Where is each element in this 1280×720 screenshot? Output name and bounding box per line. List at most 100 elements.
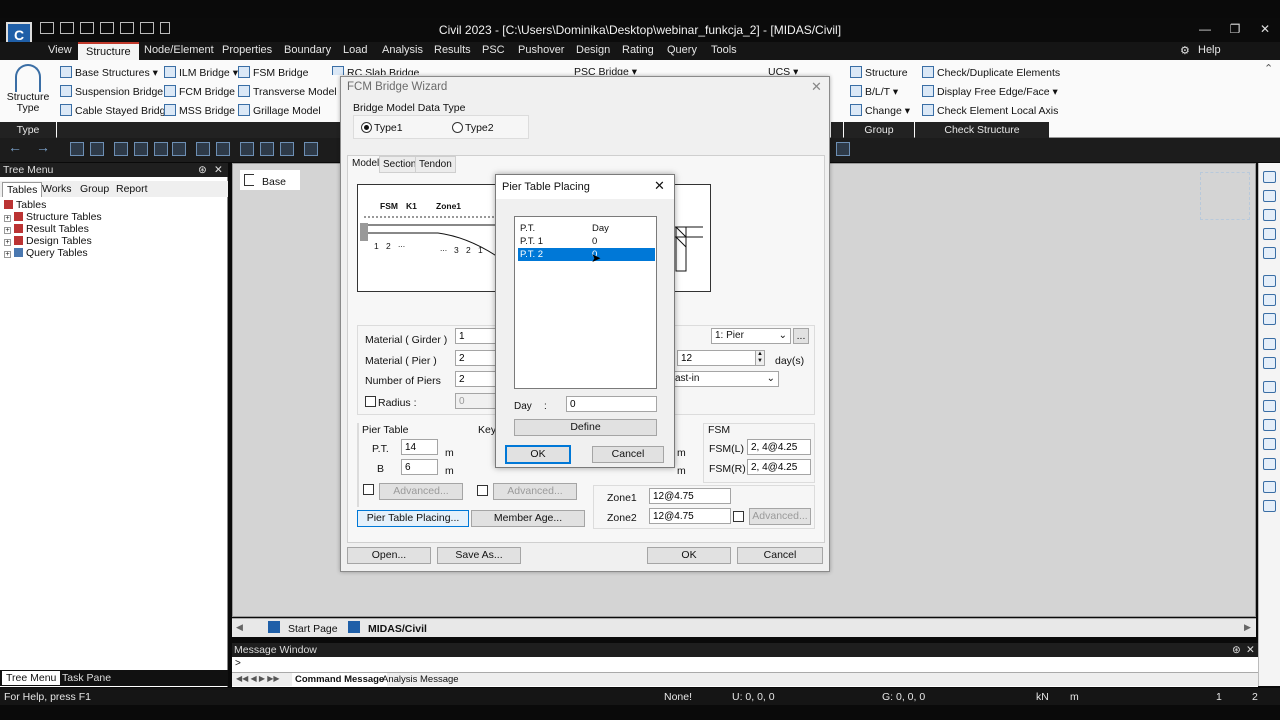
msg-close-icon[interactable]: ✕ — [1246, 643, 1255, 657]
zone2-input[interactable] — [649, 508, 731, 524]
view-icon-6[interactable] — [1263, 438, 1276, 450]
display-free-edge-button[interactable]: Display Free Edge/Face ▾ — [922, 85, 1058, 98]
view-icon-2[interactable] — [1263, 357, 1276, 369]
view-icon-7[interactable] — [1263, 458, 1276, 470]
type1-radio[interactable] — [361, 122, 372, 133]
pier-dialog-close-icon[interactable]: ✕ — [654, 178, 665, 194]
menu-help[interactable]: Help — [1198, 44, 1221, 56]
pier-select-more-button[interactable]: ... — [793, 328, 809, 344]
mss-bridge-button[interactable]: MSS Bridge — [164, 104, 235, 117]
page-number[interactable]: 1 — [1216, 691, 1222, 703]
menu-load[interactable]: Load — [343, 44, 367, 56]
zoom-window-icon[interactable] — [1263, 190, 1276, 202]
tree-node-query-tables[interactable]: + Query Tables — [4, 247, 88, 259]
open-button[interactable]: Open... — [347, 547, 431, 564]
menu-tools[interactable]: Tools — [711, 44, 737, 56]
menu-query[interactable]: Query — [667, 44, 697, 56]
zoom-fit-icon[interactable] — [1263, 171, 1276, 183]
select-pointer-icon[interactable] — [304, 142, 318, 156]
pier-table-placing-button[interactable]: Pier Table Placing... — [357, 510, 469, 527]
fcm-bridge-button[interactable]: FCM Bridge — [164, 85, 235, 98]
day-input[interactable] — [566, 396, 657, 412]
pier-table-list[interactable]: P.T. Day P.T. 1 0 P.T. 2 0 ➤ — [514, 216, 657, 389]
days-input[interactable] — [677, 350, 757, 366]
material-pier-input[interactable] — [455, 350, 497, 366]
pan-icon[interactable] — [1263, 275, 1276, 287]
zone-advanced-checkbox[interactable] — [733, 511, 744, 522]
key-advanced-checkbox[interactable] — [477, 485, 488, 496]
check-duplicate-elements-button[interactable]: Check/Duplicate Elements — [922, 66, 1060, 79]
tab-tables[interactable]: Tables — [2, 182, 43, 197]
view-icon-9[interactable] — [1263, 500, 1276, 512]
pier-table-advanced-checkbox[interactable] — [363, 484, 374, 495]
pier-select[interactable]: 1: Pier ⌄ — [711, 328, 791, 344]
close-icon[interactable]: ✕ — [1256, 21, 1274, 37]
ribbon-collapse-icon[interactable]: ⌃ — [1264, 62, 1276, 75]
view-icon-3[interactable] — [1263, 381, 1276, 393]
b-input[interactable] — [401, 459, 438, 475]
toolbar-icon-10[interactable] — [260, 142, 274, 156]
pin-icon[interactable]: ⊛ — [198, 163, 207, 177]
member-age-button[interactable]: Member Age... — [471, 510, 585, 527]
tree-close-icon[interactable]: ✕ — [214, 163, 223, 177]
group-structure-button[interactable]: Structure — [850, 66, 908, 79]
blt-button[interactable]: B/L/T ▾ — [850, 85, 898, 98]
cast-method-select[interactable]: ast-in ⌄ — [671, 371, 779, 387]
change-button[interactable]: Change ▾ — [850, 104, 910, 117]
toolbar-icon-5[interactable] — [154, 142, 168, 156]
pt-input[interactable] — [401, 439, 438, 455]
menu-pushover[interactable]: Pushover — [518, 44, 564, 56]
ilm-bridge-button[interactable]: ILM Bridge ▾ — [164, 66, 238, 79]
define-button[interactable]: Define — [514, 419, 657, 436]
fsm-l-input[interactable] — [747, 439, 811, 455]
view-icon-1[interactable] — [1263, 338, 1276, 350]
table-row[interactable]: P.T. 1 0 — [518, 235, 655, 248]
ucs-button[interactable]: UCS ▾ — [768, 66, 798, 75]
menu-boundary[interactable]: Boundary — [284, 44, 331, 56]
restore-icon[interactable]: ❐ — [1226, 21, 1244, 37]
view-icon-4[interactable] — [1263, 400, 1276, 412]
fsm-bridge-button[interactable]: FSM Bridge — [238, 66, 308, 79]
view-icon-5[interactable] — [1263, 419, 1276, 431]
msg-nav-icons[interactable]: ◀◀ ◀ ▶ ▶▶ — [236, 674, 280, 683]
unit-length-select[interactable]: m — [1070, 691, 1079, 703]
zoom-in-icon[interactable] — [1263, 209, 1276, 221]
rotate-icon[interactable] — [1263, 294, 1276, 306]
toolbar-icon-6[interactable] — [172, 142, 186, 156]
view-cube-icon[interactable] — [1200, 172, 1250, 220]
menu-psc[interactable]: PSC — [482, 44, 505, 56]
command-prompt[interactable]: > — [235, 658, 241, 669]
wizard-ok-button[interactable]: OK — [647, 547, 731, 564]
tab-task-pane[interactable]: Task Pane — [62, 672, 111, 684]
tree-node-result-tables[interactable]: + Result Tables — [4, 223, 89, 235]
minimize-icon[interactable]: — — [1196, 21, 1214, 37]
zone1-input[interactable] — [649, 488, 731, 504]
days-spinner-icon[interactable]: ▲ ▼ — [755, 350, 765, 366]
pier-ok-button[interactable]: OK — [505, 445, 571, 464]
table-row[interactable]: P.T. 2 0 — [518, 248, 655, 261]
menu-design[interactable]: Design — [576, 44, 610, 56]
toolbar-icon-9[interactable] — [240, 142, 254, 156]
toolbar-icon-4[interactable] — [134, 142, 148, 156]
tab-analysis-message[interactable]: Analysis Message — [382, 674, 459, 685]
msg-pin-icon[interactable]: ⊛ — [1232, 643, 1241, 657]
move-icon[interactable] — [1263, 313, 1276, 325]
undo-icon[interactable]: ← — [8, 140, 22, 156]
toolbar-icon-2[interactable] — [90, 142, 104, 156]
check-element-local-axis-button[interactable]: Check Element Local Axis — [922, 104, 1058, 117]
tab-midas-civil[interactable]: MIDAS/Civil — [368, 623, 427, 635]
base-structures-button[interactable]: Base Structures ▾ — [60, 66, 158, 79]
expand-icon[interactable]: + — [4, 227, 11, 234]
tab-command-message[interactable]: Command Message — [292, 673, 388, 686]
toolbar-icon-8[interactable] — [216, 142, 230, 156]
num-piers-input[interactable] — [455, 371, 497, 387]
menu-node-element[interactable]: Node/Element — [144, 44, 214, 56]
toolbar-icon-12[interactable] — [836, 142, 850, 156]
menu-structure[interactable]: Structure — [78, 42, 139, 60]
expand-icon[interactable]: + — [4, 251, 11, 258]
zoom-out-icon[interactable] — [1263, 228, 1276, 240]
tree-node-tables[interactable]: Tables — [4, 199, 46, 211]
rc-slab-bridge-button[interactable]: RC Slab Bridge — [332, 66, 419, 75]
radius-checkbox[interactable] — [365, 396, 376, 407]
toolbar-icon-3[interactable] — [114, 142, 128, 156]
